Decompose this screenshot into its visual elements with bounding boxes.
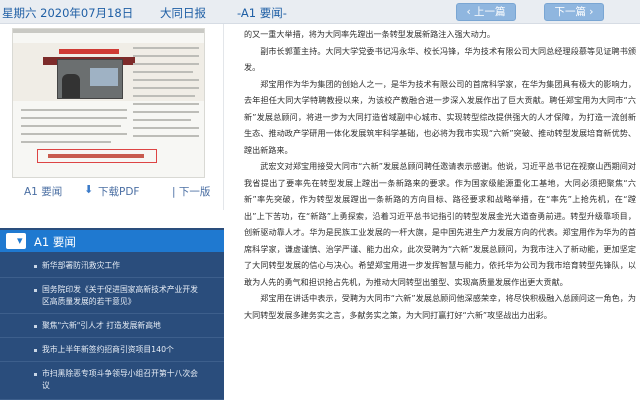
page-a1-link[interactable]: A1 要闻 xyxy=(24,184,62,199)
thumbnail-text-line xyxy=(21,133,127,135)
download-icon: ⬇ xyxy=(84,183,94,196)
thumbnail-text-line xyxy=(21,125,121,127)
download-pdf-link[interactable]: 下载PDF xyxy=(98,184,139,199)
chevron-left-icon: ‹ xyxy=(466,6,475,18)
list-item-label: 国务院印发《关于促进国家高新技术产业开发区高质量发展的若干意见》 xyxy=(42,285,198,306)
thumbnail-top-strip xyxy=(13,29,204,33)
article-paragraph: 郑宝用作为华为集团的创始人之一，是华为技术有限公司的首席科学家，在华为集团具有极… xyxy=(244,78,636,155)
list-item[interactable]: 市扫黑除恶专项斗争领导小组召开第十八次会议 xyxy=(0,364,224,400)
bullet-icon xyxy=(34,349,37,352)
thumbnail-text-line xyxy=(133,87,199,89)
list-item-label: 市扫黑除恶专项斗争领导小组召开第十八次会议 xyxy=(42,369,198,390)
thumbnail-text-line xyxy=(21,117,127,119)
page-thumbnail[interactable] xyxy=(12,28,205,178)
list-item-label: 新华部署防汛救灾工作 xyxy=(42,261,120,270)
preview-links: A1 要闻 ⬇ 下载PDF | 下一版 xyxy=(0,182,224,202)
list-item-label: 我市上半年新签约招商引资项目140个 xyxy=(42,345,174,354)
page-label: -A1 要闻- xyxy=(237,6,287,20)
thumbnail-text-line xyxy=(133,71,193,73)
thumbnail-text-line xyxy=(21,109,127,111)
article-paragraph: 武宏文对郑宝用接受大同市“六新”发展总顾问聘任邀请表示感谢。他说，习近平总书记在… xyxy=(244,161,636,287)
bullet-icon xyxy=(34,373,37,376)
bullet-icon xyxy=(34,265,37,268)
thumbnail-text-line xyxy=(133,95,195,97)
thumbnail-text-line xyxy=(133,127,199,129)
thumbnail-text-line xyxy=(133,47,199,49)
article-paragraph: 郑宝用在讲话中表示，受聘为大同市“六新”发展总顾问他深感荣幸，将尽快积极融入总顾… xyxy=(244,293,636,320)
paper-name: 大同日报 xyxy=(160,6,206,20)
list-item[interactable]: 我市上半年新签约招商引资项目140个 xyxy=(0,340,224,362)
list-item-label: 聚焦"六新"引人才 打造发展新高地 xyxy=(42,321,161,330)
thumbnail-text-line xyxy=(133,55,199,57)
article-paragraph: 副市长郭董主持。大同大学党委书记冯永华、校长冯锋，华为技术有限公司大同总经理段慕… xyxy=(244,45,636,73)
thumbnail-text-line xyxy=(133,119,191,121)
next-article-label: 下一篇 xyxy=(554,6,586,18)
list-item[interactable]: 聚焦"六新"引人才 打造发展新高地 xyxy=(0,316,224,338)
list-item[interactable]: 国务院印发《关于促进国家高新技术产业开发区高质量发展的若干意见》 xyxy=(0,280,224,314)
next-page-link[interactable]: | 下一版 xyxy=(172,184,210,199)
thumbnail-text-line xyxy=(21,141,111,143)
bullet-icon xyxy=(34,289,37,292)
thumbnail-red-banner xyxy=(37,149,157,163)
article-paragraph: 的又一重大举措，将为大同率先蹚出一条转型发展新路注入强大动力。 xyxy=(244,29,495,39)
collapse-toggle[interactable]: ▾ xyxy=(6,233,26,249)
prev-article-label: 上一篇 xyxy=(474,6,506,18)
thumbnail-text-line xyxy=(133,111,199,113)
top-bar: 星期六 2020年07月18日 大同日报 -A1 要闻- ‹ 上一篇 下一篇 › xyxy=(0,0,640,24)
thumbnail-photo xyxy=(57,59,123,99)
article-list-header[interactable]: ▾ A1 要闻 xyxy=(0,230,224,252)
thumbnail-photo-person xyxy=(62,74,80,98)
next-article-button[interactable]: 下一篇 › xyxy=(544,3,604,21)
thumbnail-photo-screen xyxy=(90,68,118,86)
chevron-down-icon: ▾ xyxy=(17,234,23,247)
prev-article-button[interactable]: ‹ 上一篇 xyxy=(456,3,516,21)
issue-date: 星期六 2020年07月18日 xyxy=(2,6,134,20)
thumbnail-text-line xyxy=(133,79,199,81)
list-item[interactable]: 新华部署防汛救灾工作 xyxy=(0,256,224,278)
chevron-right-icon: › xyxy=(585,6,594,18)
thumbnail-text-line xyxy=(133,63,199,65)
thumbnail-text-line xyxy=(133,135,199,137)
thumbnail-red-banner-text xyxy=(48,154,144,158)
article-body: 的又一重大举措，将为大同率先蹚出一条转型发展新路注入强大动力。 副市长郭董主持。… xyxy=(244,26,636,400)
thumbnail-kicker xyxy=(59,49,119,54)
article-list-panel: ▾ A1 要闻 新华部署防汛救灾工作 国务院印发《关于促进国家高新技术产业开发区… xyxy=(0,228,224,400)
page-preview-panel: A1 要闻 ⬇ 下载PDF | 下一版 xyxy=(0,24,224,210)
article-list-title: A1 要闻 xyxy=(34,235,76,249)
bullet-icon xyxy=(34,325,37,328)
thumbnail-text-line xyxy=(133,103,199,105)
